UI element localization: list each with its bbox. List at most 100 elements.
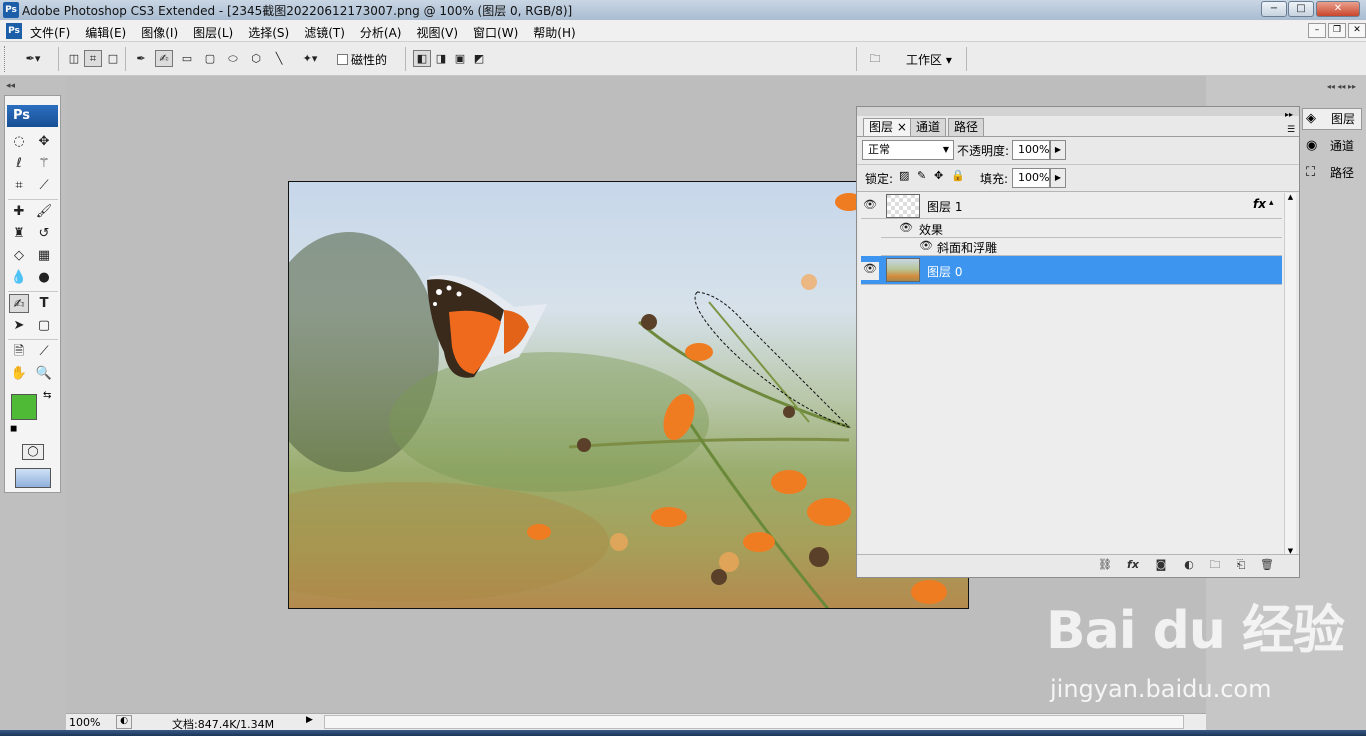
gradient-tool-icon[interactable]: ▦ [34, 246, 54, 265]
layers-scrollbar[interactable]: ▲ ▼ [1284, 193, 1296, 555]
zoom-tool-icon[interactable]: 🔍 [34, 364, 54, 383]
lasso-tool-icon[interactable]: ℓ [9, 154, 29, 173]
bridge-icon[interactable]: 🗀 [864, 50, 886, 67]
effects-eye-icon[interactable]: 👁 [897, 221, 915, 234]
brush-tool-icon[interactable]: 🖌 [34, 202, 54, 221]
menu-view[interactable]: 视图(V) [416, 24, 458, 41]
tab-paths[interactable]: 路径 [948, 118, 985, 136]
screen-mode-icon[interactable] [15, 468, 51, 488]
photoshop-menu-icon[interactable]: Ps [6, 23, 22, 39]
tool-preset-picker[interactable]: ✒▾ [18, 50, 48, 67]
paths-mode-icon[interactable]: ⌗ [84, 50, 102, 67]
new-layer-icon[interactable]: ⎗ [1233, 558, 1249, 572]
doc-close-button[interactable]: ✕ [1348, 23, 1366, 38]
tab-channels[interactable]: 通道 [910, 118, 947, 136]
lock-position-icon[interactable]: ✥ [934, 169, 943, 182]
menu-edit[interactable]: 编辑(E) [85, 24, 126, 41]
crop-tool-icon[interactable]: ⌗ [9, 176, 29, 195]
minimize-button[interactable]: − [1261, 1, 1287, 17]
delete-layer-icon[interactable]: 🗑 [1259, 558, 1275, 572]
zoom-level[interactable]: 100% [69, 716, 100, 729]
history-brush-icon[interactable]: ↺ [34, 224, 54, 243]
freeform-pen-icon[interactable]: ✍ [155, 50, 173, 67]
magnetic-checkbox[interactable] [337, 54, 348, 65]
menu-file[interactable]: 文件(F) [30, 24, 70, 41]
status-options-icon[interactable]: ◐ [116, 715, 132, 729]
rectangle-shape-icon[interactable]: ▢ [34, 316, 54, 335]
lock-brush-icon[interactable]: ✎ [917, 169, 926, 182]
layer-row[interactable]: 👁 图层 1 fx ▴ [861, 193, 1282, 219]
doc-restore-button[interactable]: ❐ [1328, 23, 1346, 38]
notes-tool-icon[interactable]: 🗎 [9, 342, 29, 361]
menu-select[interactable]: 选择(S) [248, 24, 289, 41]
menu-help[interactable]: 帮助(H) [533, 24, 575, 41]
expand-effects-icon[interactable]: ▴ [1269, 198, 1274, 208]
dock-collapse-icon[interactable]: ◂◂ ◂◂ ▸▸ [1212, 82, 1360, 94]
effect-eye-icon[interactable]: 👁 [917, 239, 935, 252]
intersect-path-icon[interactable]: ▣ [451, 50, 469, 67]
move-tool-icon[interactable]: ✥ [34, 132, 54, 151]
status-menu-arrow-icon[interactable]: ▶ [306, 715, 318, 729]
panel-title-bar[interactable] [857, 107, 1299, 116]
toolbox-logo[interactable]: Ps [7, 105, 58, 127]
slice-tool-icon[interactable]: ⟋ [34, 176, 54, 195]
swap-colors-icon[interactable]: ⇆ [43, 390, 51, 401]
menu-image[interactable]: 图像(I) [141, 24, 178, 41]
ellipse-tool-icon[interactable]: ⬭ [224, 50, 242, 67]
fill-input[interactable]: 100% [1012, 168, 1050, 188]
visibility-eye-icon[interactable]: 👁 [861, 198, 879, 211]
shape-layers-icon[interactable]: ◫ [65, 50, 83, 67]
opacity-input[interactable]: 100% [1012, 140, 1050, 160]
hand-tool-icon[interactable]: ✋ [9, 364, 29, 383]
scroll-up-icon[interactable]: ▲ [1285, 193, 1296, 201]
menu-layer[interactable]: 图层(L) [193, 24, 233, 41]
visibility-eye-icon[interactable]: 👁 [861, 262, 879, 280]
close-button[interactable]: ✕ [1316, 1, 1360, 17]
pen-tool-icon[interactable]: ✒ [132, 50, 150, 67]
doc-minimize-button[interactable]: – [1308, 23, 1326, 38]
rectangle-tool-icon[interactable]: ▭ [178, 50, 196, 67]
eraser-tool-icon[interactable]: ◇ [9, 246, 29, 265]
polygon-tool-icon[interactable]: ⬡ [247, 50, 265, 67]
foreground-color-swatch[interactable] [11, 394, 37, 420]
panel-collapse-icon[interactable]: ▸▸ [1285, 110, 1293, 119]
tab-close-icon[interactable]: × [897, 120, 907, 134]
layer-fx-icon[interactable]: fx [1253, 197, 1266, 211]
lock-all-icon[interactable]: 🔒 [951, 169, 965, 182]
horizontal-scrollbar[interactable] [324, 715, 1184, 729]
quick-mask-icon[interactable]: ◯ [22, 444, 44, 460]
clone-stamp-icon[interactable]: ♜ [9, 224, 29, 243]
panel-menu-icon[interactable]: ☰ [1287, 125, 1295, 135]
blur-tool-icon[interactable]: 💧 [9, 268, 29, 287]
line-tool-icon[interactable]: ╲ [270, 50, 288, 67]
magic-wand-icon[interactable]: ⚚ [34, 154, 54, 173]
workspace-menu[interactable]: 工作区 ▾ [906, 51, 952, 68]
menu-window[interactable]: 窗口(W) [473, 24, 518, 41]
tab-layers[interactable]: 图层 × [863, 118, 913, 136]
menu-filter[interactable]: 滤镜(T) [304, 24, 345, 41]
opacity-slider-arrow-icon[interactable]: ▶ [1050, 140, 1066, 160]
blend-mode-select[interactable]: 正常 ▼ [862, 140, 954, 160]
collapse-arrows-icon[interactable]: ◂◂ [6, 81, 15, 91]
default-colors-icon[interactable]: ◼ [10, 424, 17, 434]
custom-shape-icon[interactable]: ✦▾ [293, 50, 327, 67]
healing-brush-icon[interactable]: ✚ [9, 202, 29, 221]
add-style-icon[interactable]: fx [1125, 558, 1141, 572]
eyedropper-icon[interactable]: ⟋ [34, 342, 54, 361]
path-selection-icon[interactable]: ➤ [9, 316, 29, 335]
subtract-path-icon[interactable]: ◨ [432, 50, 450, 67]
adjustment-layer-icon[interactable]: ◐ [1181, 558, 1197, 572]
options-grip[interactable] [4, 46, 7, 72]
type-tool-icon[interactable]: T [34, 294, 54, 313]
add-mask-icon[interactable]: ◙ [1153, 558, 1169, 572]
new-group-icon[interactable]: 🗀 [1207, 558, 1223, 572]
fill-pixels-icon[interactable]: □ [104, 50, 122, 67]
link-layers-icon[interactable]: ⛓ [1097, 558, 1113, 572]
maximize-button[interactable]: □ [1288, 1, 1314, 17]
dodge-tool-icon[interactable]: ● [34, 268, 54, 287]
freeform-pen-tool-icon[interactable]: ✍ [9, 294, 29, 313]
add-to-path-icon[interactable]: ◧ [413, 50, 431, 67]
elliptical-marquee-icon[interactable]: ◌ [9, 132, 29, 151]
lock-transparency-icon[interactable]: ▨ [899, 169, 909, 182]
exclude-path-icon[interactable]: ◩ [470, 50, 488, 67]
